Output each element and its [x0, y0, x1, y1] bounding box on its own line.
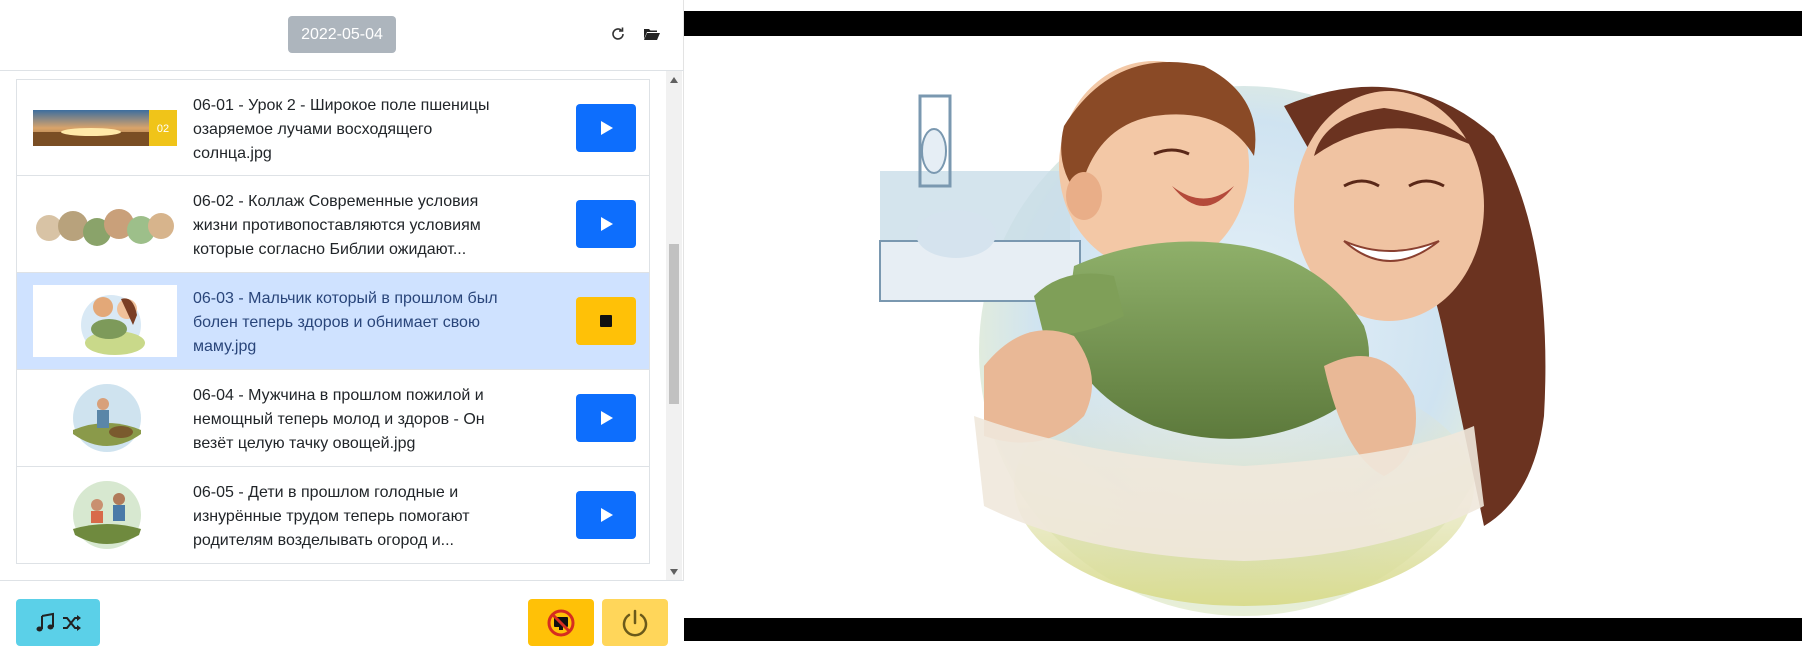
item-thumbnail: [33, 285, 177, 357]
item-badge: 02: [157, 123, 169, 135]
list-scrollbar[interactable]: [666, 71, 682, 580]
play-button[interactable]: [576, 104, 636, 152]
scrollbar-thumb[interactable]: [669, 244, 679, 404]
play-icon: [601, 411, 613, 425]
top-toolbar: 2022-05-04: [0, 0, 684, 71]
item-title: 06-01 - Урок 2 - Широкое поле пшеницы оз…: [193, 97, 490, 162]
screen-off-button[interactable]: [528, 599, 594, 646]
scroll-up-arrow-icon[interactable]: [666, 71, 682, 88]
music-note-icon: [36, 612, 54, 631]
refresh-icon[interactable]: [606, 22, 630, 46]
app-root: 2022-05-04 02 06-01 - Урок 2 - Широкое п…: [0, 0, 1802, 661]
play-button[interactable]: [576, 394, 636, 442]
shuffle-icon: [63, 614, 81, 631]
item-thumbnail: 02: [33, 92, 177, 164]
playlist-scroll-area[interactable]: 02 06-01 - Урок 2 - Широкое поле пшеницы…: [16, 71, 682, 580]
play-icon: [601, 508, 613, 522]
play-button[interactable]: [576, 491, 636, 539]
stop-button[interactable]: [576, 297, 636, 345]
folder-open-icon[interactable]: [640, 22, 664, 46]
screen-off-icon: [547, 609, 575, 636]
item-title: 06-02 - Коллаж Современные условия жизни…: [193, 193, 481, 258]
item-title: 06-05 - Дети в прошлом голодные и изнурё…: [193, 484, 470, 549]
power-icon: [622, 609, 648, 636]
power-button[interactable]: [602, 599, 668, 646]
item-thumbnail: [33, 382, 177, 454]
playlist-panel: 2022-05-04 02 06-01 - Урок 2 - Широкое п…: [0, 0, 684, 661]
item-thumbnail: [33, 479, 177, 551]
preview-image: [684, 36, 1802, 618]
scroll-down-arrow-icon[interactable]: [666, 563, 682, 580]
media-preview: [684, 11, 1802, 641]
date-button[interactable]: 2022-05-04: [288, 16, 396, 53]
item-title: 06-03 - Мальчик который в прошлом был бо…: [193, 290, 498, 355]
list-item[interactable]: 06-05 - Дети в прошлом голодные и изнурё…: [16, 467, 650, 564]
item-thumbnail: [33, 188, 177, 260]
music-shuffle-button[interactable]: [16, 599, 100, 646]
playlist: 02 06-01 - Урок 2 - Широкое поле пшеницы…: [16, 79, 650, 564]
play-button[interactable]: [576, 200, 636, 248]
bottom-toolbar: [0, 580, 684, 661]
stop-icon: [600, 315, 612, 327]
list-item[interactable]: 06-02 - Коллаж Современные условия жизни…: [16, 176, 650, 273]
list-item-active[interactable]: 06-03 - Мальчик который в прошлом был бо…: [16, 273, 650, 370]
list-item[interactable]: 02 06-01 - Урок 2 - Широкое поле пшеницы…: [16, 79, 650, 176]
play-icon: [601, 121, 613, 135]
item-title: 06-04 - Мужчина в прошлом пожилой и немо…: [193, 387, 485, 452]
play-icon: [601, 217, 613, 231]
list-item[interactable]: 06-04 - Мужчина в прошлом пожилой и немо…: [16, 370, 650, 467]
